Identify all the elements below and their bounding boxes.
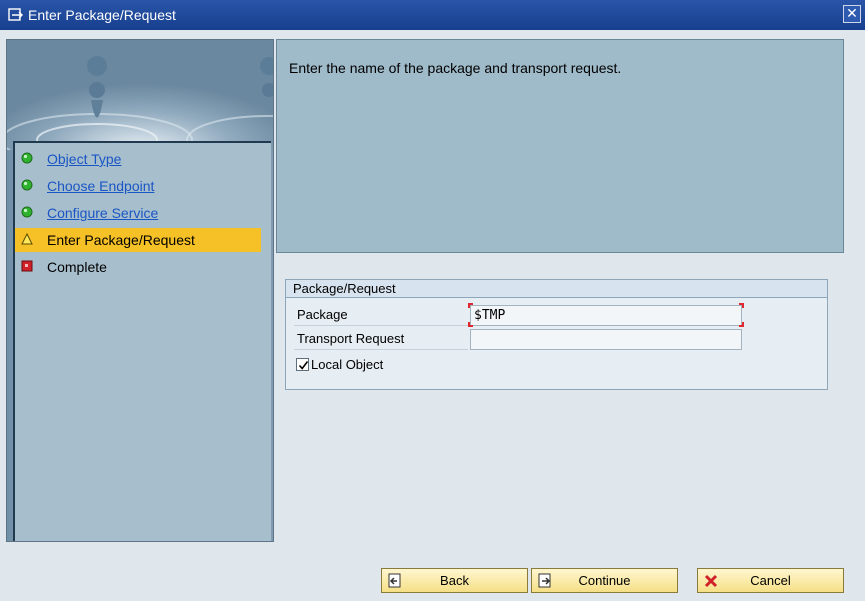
step-enter-package-request: Enter Package/Request	[15, 228, 261, 252]
local-object-checkbox[interactable]	[296, 357, 309, 371]
cancel-label: Cancel	[750, 573, 791, 588]
group-title: Package/Request	[286, 280, 827, 298]
local-object-label[interactable]: Local Object	[311, 357, 383, 372]
package-request-group: Package/Request Package $TMP Transport R…	[285, 279, 828, 390]
window-menu-icon[interactable]	[8, 8, 24, 22]
continue-button[interactable]: Continue	[531, 568, 678, 593]
step-label: Complete	[47, 259, 107, 275]
wizard-steps-list: Object Type Choose Endpoint Configure Se…	[13, 141, 271, 541]
step-label[interactable]: Object Type	[47, 151, 121, 167]
dialog-body: Object Type Choose Endpoint Configure Se…	[0, 30, 865, 601]
local-object-checkbox-row[interactable]: Local Object	[296, 355, 383, 373]
continue-label: Continue	[578, 573, 631, 588]
description-panel: Enter the name of the package and transp…	[276, 39, 844, 253]
checkmark-icon	[298, 360, 309, 370]
step-label: Enter Package/Request	[47, 232, 195, 248]
title-bar: Enter Package/Request ✕	[0, 0, 865, 30]
cancel-button[interactable]: Cancel	[697, 568, 844, 593]
step-complete: Complete	[15, 255, 261, 279]
green-dot-icon	[21, 152, 33, 164]
window-title: Enter Package/Request	[28, 7, 176, 23]
package-input[interactable]: $TMP	[470, 305, 742, 326]
required-marker	[739, 303, 744, 308]
close-button[interactable]: ✕	[843, 5, 861, 23]
back-button[interactable]: Back	[381, 568, 528, 593]
step-choose-endpoint[interactable]: Choose Endpoint	[15, 174, 261, 198]
back-label: Back	[440, 573, 469, 588]
required-marker	[739, 322, 744, 327]
wizard-steps-panel: Object Type Choose Endpoint Configure Se…	[6, 39, 274, 542]
package-row: Package $TMP	[294, 303, 814, 327]
transport-request-label: Transport Request	[294, 328, 468, 350]
required-marker	[468, 303, 473, 308]
red-square-icon	[21, 260, 33, 272]
transport-request-row: Transport Request	[294, 328, 814, 350]
green-dot-icon	[21, 206, 33, 218]
required-marker	[468, 322, 473, 327]
description-text: Enter the name of the package and transp…	[289, 60, 622, 76]
step-label[interactable]: Choose Endpoint	[47, 178, 154, 194]
step-object-type[interactable]: Object Type	[15, 147, 261, 171]
water-drop-image	[7, 40, 273, 150]
transport-request-input[interactable]	[470, 329, 742, 350]
green-dot-icon	[21, 179, 33, 191]
package-label: Package	[294, 304, 468, 326]
warning-triangle-icon	[21, 233, 33, 245]
step-label[interactable]: Configure Service	[47, 205, 158, 221]
step-configure-service[interactable]: Configure Service	[15, 201, 261, 225]
